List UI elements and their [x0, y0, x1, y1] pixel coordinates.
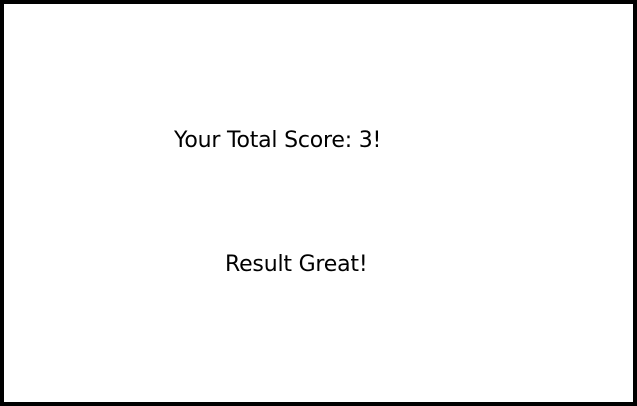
- result-panel: Your Total Score: 3! Result Great!: [0, 0, 637, 406]
- total-score-label: Your Total Score: 3!: [174, 128, 382, 153]
- result-message: Result Great!: [225, 252, 368, 277]
